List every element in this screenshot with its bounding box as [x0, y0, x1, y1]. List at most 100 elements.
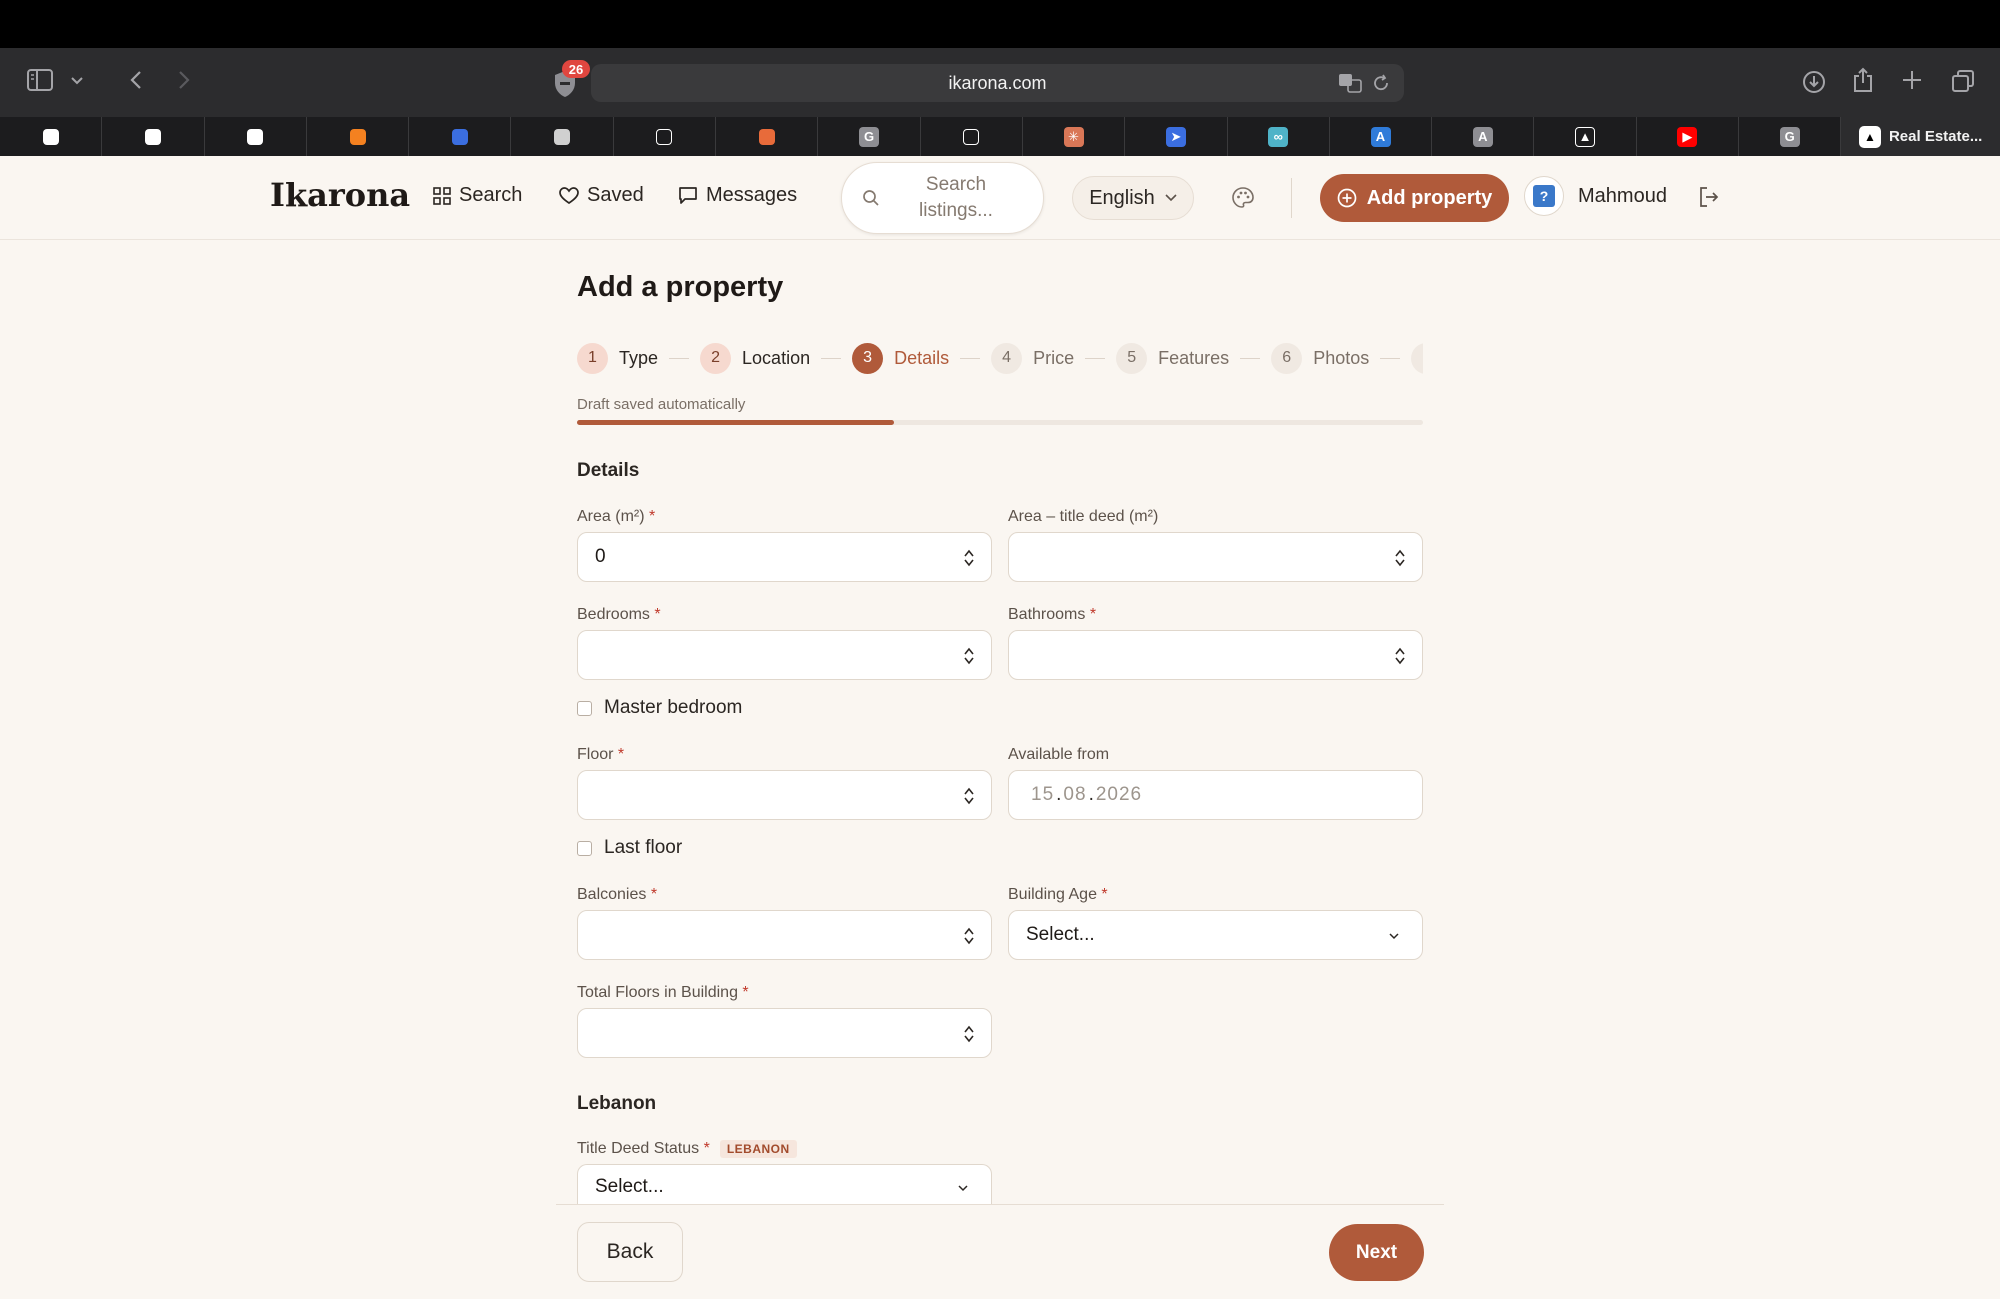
active-tab[interactable]: ▲ Real Estate... [1841, 117, 2000, 156]
step-2[interactable]: 2 Location [700, 342, 810, 374]
favorite-item[interactable]: G [818, 117, 921, 156]
favorite-item[interactable] [409, 117, 512, 156]
required-mark: * [742, 984, 749, 1001]
stepper-arrows-icon[interactable] [1394, 646, 1406, 666]
favorite-item[interactable]: A [1330, 117, 1433, 156]
master-bedroom-checkbox[interactable]: Master bedroom [577, 697, 742, 719]
nav-search[interactable]: Search [433, 184, 522, 207]
total-floors-input[interactable] [577, 1008, 992, 1058]
page-title: Add a property [577, 271, 784, 303]
building-age-value: Select... [1026, 924, 1095, 945]
theme-palette-icon[interactable] [1231, 186, 1257, 212]
next-button[interactable]: Next [1329, 1224, 1424, 1281]
favorite-item[interactable] [102, 117, 205, 156]
favorite-item[interactable]: ▲ [1534, 117, 1637, 156]
favorites-bar: G ✳ ➤ ∞ A A ▲ ▶ G ▲ Real Estate... [0, 117, 2000, 156]
checkbox-box[interactable] [577, 700, 592, 716]
step-label: Features [1158, 347, 1230, 368]
translate-icon[interactable] [1338, 73, 1362, 93]
title-deed-select[interactable]: Select... [577, 1164, 992, 1204]
favorite-item[interactable]: ▶ [1637, 117, 1740, 156]
language-select[interactable]: English [1072, 176, 1194, 220]
bedrooms-label: Bedrooms * [577, 606, 661, 624]
favorite-item[interactable]: A [1432, 117, 1535, 156]
area-deed-input[interactable] [1008, 532, 1423, 582]
region-tag: LEBANON [719, 1140, 797, 1158]
nav-messages[interactable]: Messages [678, 184, 797, 207]
tab-overview-icon[interactable] [1950, 68, 1976, 94]
checkbox-box[interactable] [577, 840, 592, 856]
favorite-item[interactable] [205, 117, 307, 156]
favorite-item[interactable] [716, 117, 819, 156]
header-search-input[interactable]: Search listings... [841, 162, 1044, 234]
stepper-arrows-icon[interactable] [963, 548, 975, 568]
address-bar[interactable]: ikarona.com [591, 64, 1404, 102]
cloud-orange-icon [349, 128, 366, 145]
favorite-item[interactable] [614, 117, 717, 156]
bathrooms-input[interactable] [1008, 630, 1423, 680]
stepper-arrows-icon[interactable] [1394, 548, 1406, 568]
available-from-date-input[interactable]: 15. 08. 2026 [1008, 770, 1423, 820]
step-connector [669, 357, 690, 359]
title-deed-label: Title Deed Status * LEBANON [577, 1140, 797, 1158]
step-6[interactable]: 6 Photos [1271, 342, 1370, 374]
stepper-arrows-icon[interactable] [963, 926, 975, 946]
share-icon[interactable] [1851, 66, 1875, 94]
favorite-item[interactable] [307, 117, 410, 156]
bedrooms-label-text: Bedrooms [577, 606, 650, 623]
sidebar-toggle-icon[interactable] [26, 66, 54, 94]
building-age-label-text: Building Age [1008, 886, 1097, 903]
date-year[interactable]: 2026 [1096, 784, 1142, 806]
area-input[interactable]: 0 [577, 532, 992, 582]
plus-circle-icon [1337, 188, 1357, 208]
reload-icon[interactable] [1372, 74, 1390, 92]
bedrooms-input[interactable] [577, 630, 992, 680]
building-age-select[interactable]: Select... [1008, 910, 1423, 960]
chevron-down-icon[interactable] [68, 72, 86, 90]
forward-arrow-icon[interactable] [172, 68, 196, 92]
g-icon: G [859, 126, 880, 147]
logout-icon[interactable] [1698, 186, 1722, 210]
back-button[interactable]: Back [577, 1222, 683, 1282]
step-3[interactable]: 3 Details [852, 342, 949, 374]
step-4[interactable]: 4 Price [991, 342, 1074, 374]
date-day[interactable]: 15 [1031, 784, 1054, 806]
favorite-item[interactable]: ➤ [1125, 117, 1228, 156]
user-menu[interactable]: ? Mahmoud [1524, 176, 1667, 216]
link-icon [144, 128, 161, 145]
favorite-item[interactable] [921, 117, 1023, 156]
back-arrow-icon[interactable] [124, 68, 148, 92]
colorful-icon [758, 128, 775, 145]
user-name: Mahmoud [1578, 184, 1667, 207]
balconies-input[interactable] [577, 910, 992, 960]
chevron-down-icon [1389, 933, 1399, 940]
step-1[interactable]: 1 Type [577, 342, 658, 374]
section-title-details: Details [577, 460, 640, 481]
step-label: Photos [1313, 347, 1370, 368]
building-age-label: Building Age * [1008, 886, 1108, 904]
nav-messages-label: Messages [706, 184, 798, 206]
step-7[interactable]: 7 [1411, 342, 1423, 374]
site-logo[interactable]: Ikarona [270, 176, 410, 214]
favorite-item[interactable] [511, 117, 614, 156]
required-mark: * [1089, 606, 1097, 623]
favorite-item[interactable]: G [1739, 117, 1842, 156]
favorite-item[interactable] [0, 117, 103, 156]
download-icon[interactable] [1801, 69, 1827, 95]
section-title-lebanon: Lebanon [577, 1093, 657, 1114]
a-icon: A [1472, 126, 1493, 147]
last-floor-checkbox[interactable]: Last floor [577, 837, 682, 859]
stepper-arrows-icon[interactable] [963, 786, 975, 806]
favorite-item[interactable]: ∞ [1228, 117, 1330, 156]
nav-saved[interactable]: Saved [559, 184, 644, 207]
step-number: 3 [852, 342, 884, 374]
new-tab-plus-icon[interactable] [1900, 68, 1924, 92]
add-property-button[interactable]: Add property [1320, 174, 1509, 222]
step-5[interactable]: 5 Features [1116, 342, 1230, 374]
stepper-arrows-icon[interactable] [963, 1024, 975, 1044]
language-label: English [1089, 186, 1155, 209]
favorite-item[interactable]: ✳ [1023, 117, 1126, 156]
stepper-arrows-icon[interactable] [963, 646, 975, 666]
floor-input[interactable] [577, 770, 992, 820]
date-month[interactable]: 08 [1063, 784, 1086, 806]
